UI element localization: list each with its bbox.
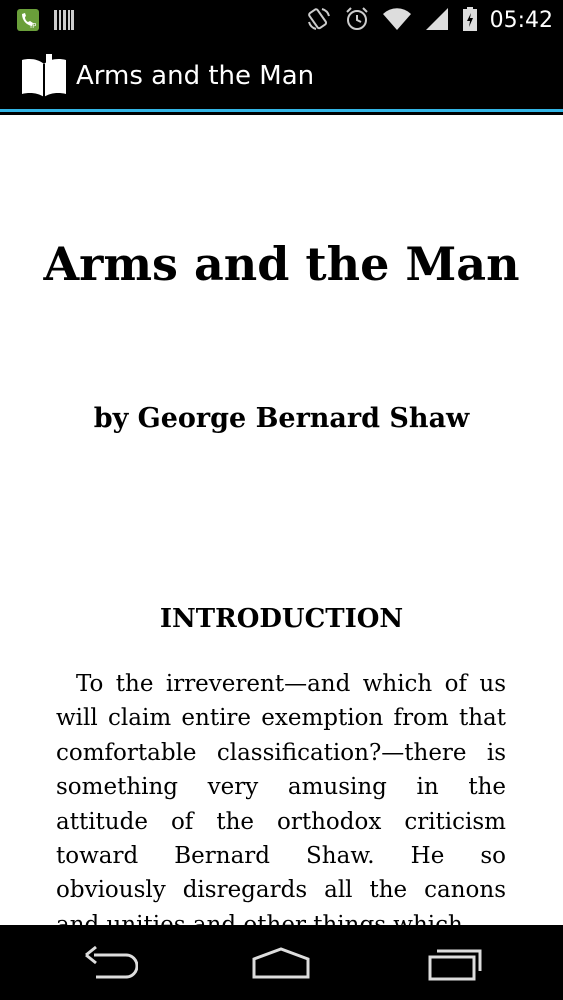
status-right-icons: 05:42 [306, 6, 553, 36]
section-heading: INTRODUCTION [159, 604, 404, 634]
alarm-icon [344, 6, 370, 36]
app-title: Arms and the Man [76, 61, 315, 91]
book-title: Arms and the Man [43, 237, 520, 291]
back-icon[interactable] [80, 943, 140, 983]
nav-bar [0, 925, 563, 1000]
home-icon[interactable] [251, 943, 311, 983]
rotate-icon [306, 6, 332, 36]
wifi-icon [382, 6, 412, 36]
status-time: 05:42 [489, 8, 553, 33]
action-bar: Arms and the Man [0, 40, 563, 112]
barcode-icon [54, 8, 74, 36]
book-author: by George Bernard Shaw [93, 403, 470, 434]
status-bar: IP 05:42 [0, 0, 563, 40]
call-ip-icon: IP [16, 8, 40, 36]
svg-text:IP: IP [30, 22, 36, 30]
battery-icon [462, 6, 478, 36]
reader-content[interactable]: Arms and the Man by George Bernard Shaw … [0, 115, 563, 925]
section-text: To the irreverent—and which of us will c… [56, 671, 506, 925]
signal-icon [424, 6, 450, 36]
status-left-icons: IP [16, 8, 74, 36]
recent-apps-icon[interactable] [425, 943, 485, 983]
book-icon[interactable] [20, 54, 68, 102]
